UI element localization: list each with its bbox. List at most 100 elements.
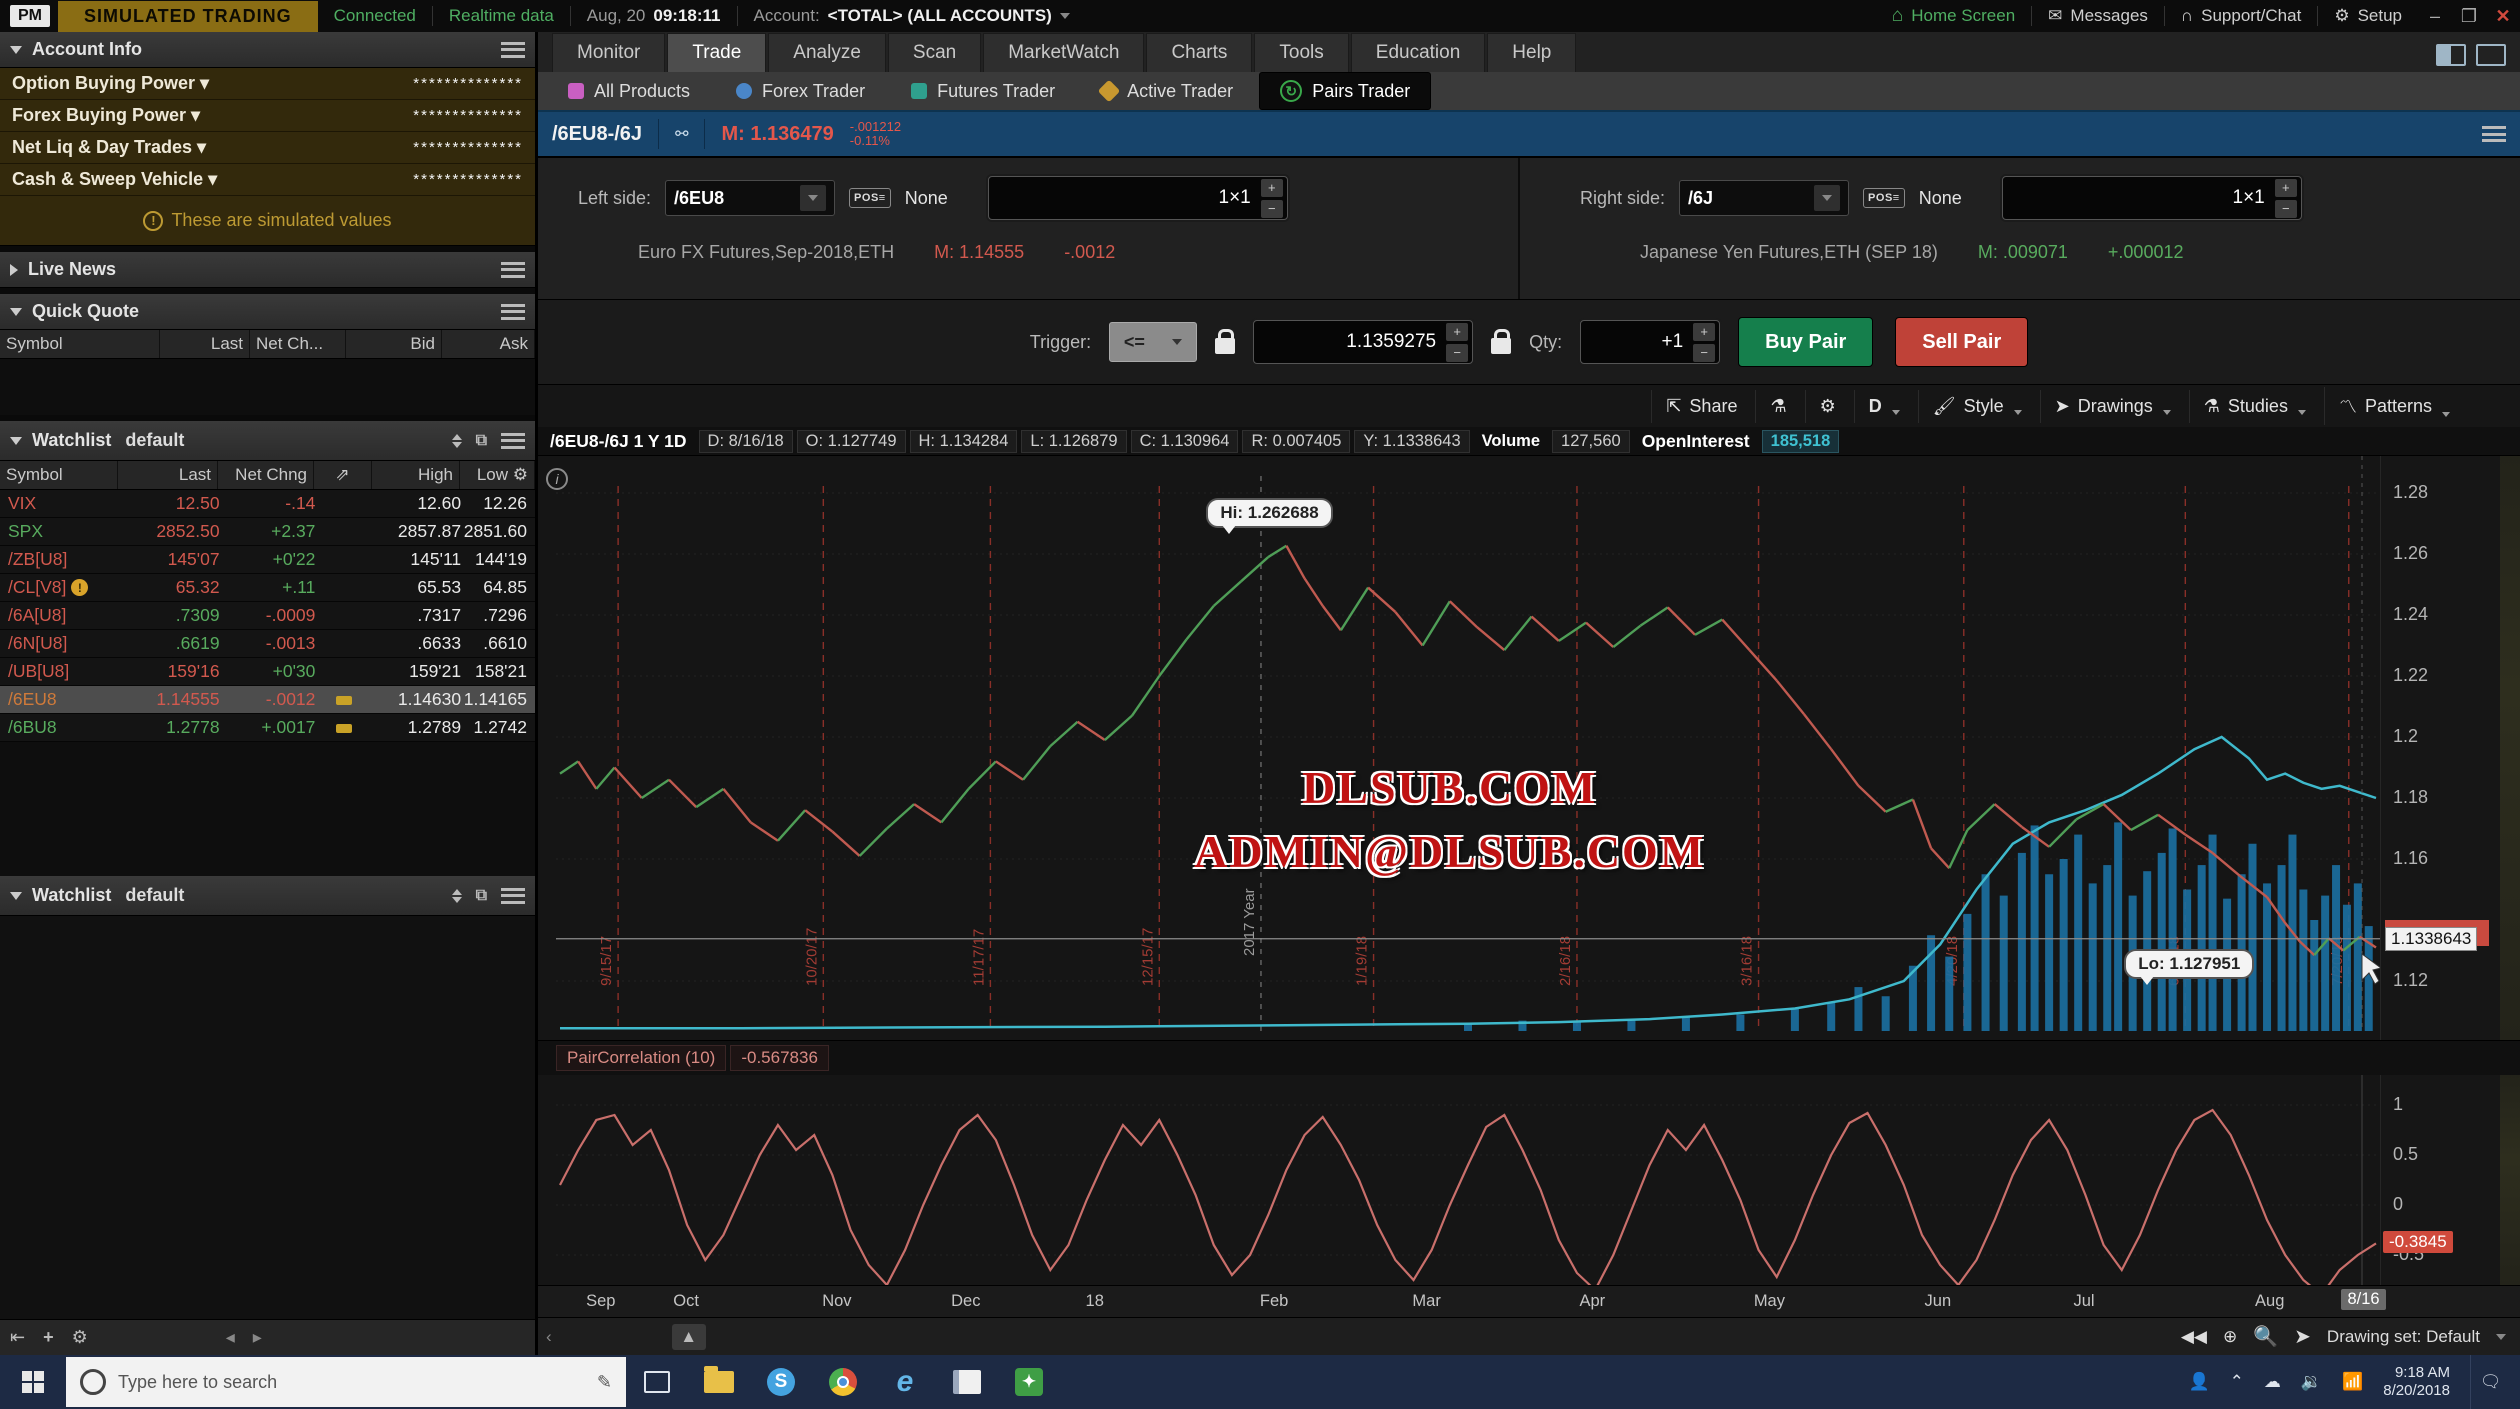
tab-monitor[interactable]: Monitor [552, 33, 665, 72]
symbol-cell[interactable]: /CL[V8]! [2, 577, 120, 598]
watchlist-row[interactable]: /UB[U8]159'16+0'30159'21158'21 [0, 658, 535, 686]
left-symbol-dropdown[interactable]: /6EU8 [665, 180, 835, 216]
restore-button[interactable]: ❐ [2452, 6, 2486, 27]
watchlist-row[interactable]: /6A[U8].7309-.0009.7317.7296 [0, 602, 535, 630]
tab-help[interactable]: Help [1487, 33, 1576, 72]
subtab-futures-trader[interactable]: Futures Trader [891, 74, 1075, 109]
patterns-button[interactable]: 〽Patterns [2324, 387, 2464, 425]
timeframe-button[interactable]: D [1854, 390, 1914, 423]
trigger-op-dropdown[interactable]: <= [1109, 322, 1197, 362]
increment-button[interactable]: + [2275, 179, 2297, 197]
collapse-sidebar-icon[interactable]: ⇤ [10, 1327, 25, 1348]
data-status[interactable]: Realtime data [433, 6, 570, 26]
trigger-price-input[interactable]: 1.1359275 +− [1253, 320, 1473, 364]
watchlist-header[interactable]: Watchlist default ⧉ [0, 421, 535, 461]
sell-pair-button[interactable]: Sell Pair [1895, 317, 2028, 367]
watchlist2-header[interactable]: Watchlist default ⧉ [0, 876, 535, 916]
pm-badge[interactable]: PM [10, 5, 50, 27]
watchlist-row[interactable]: /6EU81.14555-.00121.146301.14165 [0, 686, 535, 714]
taskbar-search[interactable]: Type here to search ✎ [66, 1357, 626, 1407]
left-ratio-input[interactable]: 1×1 +− [988, 176, 1288, 220]
col-ask[interactable]: Ask [442, 330, 535, 358]
messages-button[interactable]: ✉Messages [2032, 6, 2164, 26]
increment-button[interactable]: + [1693, 323, 1715, 341]
layout-split-icon[interactable] [2436, 44, 2466, 66]
link-icon[interactable]: ⚯ [675, 124, 688, 144]
tab-scan[interactable]: Scan [888, 33, 981, 72]
watchlist-row[interactable]: /CL[V8]!65.32+.1165.5364.85 [0, 574, 535, 602]
position-badge[interactable]: POS≡ [1863, 188, 1905, 208]
pair-symbol[interactable]: /6EU8-/6J [552, 123, 642, 146]
correlation-axis[interactable]: 10.50-0.5-0.3845 [2380, 1075, 2500, 1285]
col-last[interactable]: Last [160, 330, 250, 358]
col-netchg[interactable]: Net Ch... [250, 330, 346, 358]
symbol-cell[interactable]: /6N[U8] [2, 633, 120, 654]
menu-icon[interactable] [501, 304, 525, 320]
position-badge[interactable]: POS≡ [849, 188, 891, 208]
lock-icon[interactable] [1215, 338, 1235, 354]
decrement-button[interactable]: − [1693, 344, 1715, 362]
symbol-cell[interactable]: /6BU8 [2, 717, 120, 738]
close-button[interactable]: ✕ [2486, 6, 2520, 27]
link-icon[interactable]: ⧉ [476, 887, 487, 905]
menu-icon[interactable] [2482, 126, 2506, 142]
decrement-button[interactable]: − [1446, 344, 1468, 362]
tray-clock[interactable]: 9:18 AM 8/20/2018 [2383, 1364, 2450, 1400]
subtab-forex-trader[interactable]: Forex Trader [716, 74, 885, 109]
col-symbol[interactable]: Symbol [0, 461, 118, 489]
studies-button[interactable]: ⚗Studies [2189, 390, 2320, 423]
reorder-stepper[interactable] [452, 889, 462, 903]
spinner[interactable]: +− [2275, 179, 2301, 218]
subtab-active-trader[interactable]: Active Trader [1081, 74, 1253, 109]
scroll-right-icon[interactable]: ▸ [253, 1327, 262, 1348]
setup-button[interactable]: ⚙Setup [2318, 6, 2418, 26]
tab-trade[interactable]: Trade [667, 33, 766, 72]
account-row[interactable]: Forex Buying Power ▾************** [0, 100, 535, 132]
style-button[interactable]: 🖌Style [1918, 390, 2036, 423]
decrement-button[interactable]: − [1261, 200, 1283, 218]
study-label[interactable]: PairCorrelation (10) [556, 1045, 726, 1071]
spinner[interactable]: +− [1693, 323, 1719, 362]
action-center-button[interactable]: 🗨 [2470, 1355, 2510, 1409]
col-flag[interactable]: ⇗ [314, 461, 372, 489]
spinner[interactable]: +− [1446, 323, 1472, 362]
subtab-all-products[interactable]: All Products [548, 74, 710, 109]
buy-pair-button[interactable]: Buy Pair [1738, 317, 1873, 367]
tab-tools[interactable]: Tools [1254, 33, 1348, 72]
symbol-cell[interactable]: /6EU8 [2, 689, 120, 710]
drawings-button[interactable]: ➤Drawings [2040, 390, 2185, 423]
layout-single-icon[interactable] [2476, 44, 2506, 66]
home-screen-button[interactable]: ⌂Home Screen [1876, 5, 2031, 27]
menu-icon[interactable] [501, 262, 525, 278]
studies-quick-button[interactable]: ⚗ [1755, 390, 1800, 423]
symbol-cell[interactable]: /6A[U8] [2, 605, 120, 626]
share-button[interactable]: ⇱Share [1651, 390, 1751, 423]
main-chart[interactable]: i 9/15/1710/20/1711/17/1712/15/171/19/18… [538, 455, 2520, 1040]
watchlist2-name-dropdown[interactable]: default [125, 885, 184, 906]
link-icon[interactable]: ⧉ [476, 432, 487, 450]
symbol-cell[interactable]: /UB[U8] [2, 661, 120, 682]
subtab-pairs-trader[interactable]: ↻Pairs Trader [1259, 72, 1431, 110]
symbol-cell[interactable]: SPX [2, 521, 120, 542]
right-symbol-dropdown[interactable]: /6J [1679, 180, 1849, 216]
correlation-canvas[interactable] [556, 1075, 2380, 1409]
time-axis[interactable]: SepOctNovDec18FebMarAprMayJunJulAug8/16 [538, 1285, 2520, 1317]
chart-settings-button[interactable]: ⚙ [1805, 390, 1850, 423]
tab-charts[interactable]: Charts [1146, 33, 1252, 72]
price-chart-canvas[interactable]: 9/15/1710/20/1711/17/1712/15/171/19/182/… [556, 456, 2380, 1041]
tab-education[interactable]: Education [1351, 33, 1486, 72]
increment-button[interactable]: + [1446, 323, 1468, 341]
right-gutter[interactable] [2500, 1075, 2520, 1285]
start-button[interactable] [0, 1355, 66, 1409]
account-selector[interactable]: <TOTAL> (ALL ACCOUNTS) [828, 6, 1052, 26]
spinner[interactable]: +− [1261, 179, 1287, 218]
col-symbol[interactable]: Symbol [0, 330, 160, 358]
menu-icon[interactable] [501, 433, 525, 449]
qty-input[interactable]: +1 +− [1580, 320, 1720, 364]
account-info-header[interactable]: Account Info [0, 32, 535, 68]
col-last[interactable]: Last [118, 461, 218, 489]
col-low[interactable]: Low ⚙ [460, 461, 535, 489]
account-row[interactable]: Net Liq & Day Trades ▾************** [0, 132, 535, 164]
pan-left-icon[interactable]: ‹ [538, 1327, 552, 1347]
right-gutter[interactable] [2500, 456, 2520, 1040]
